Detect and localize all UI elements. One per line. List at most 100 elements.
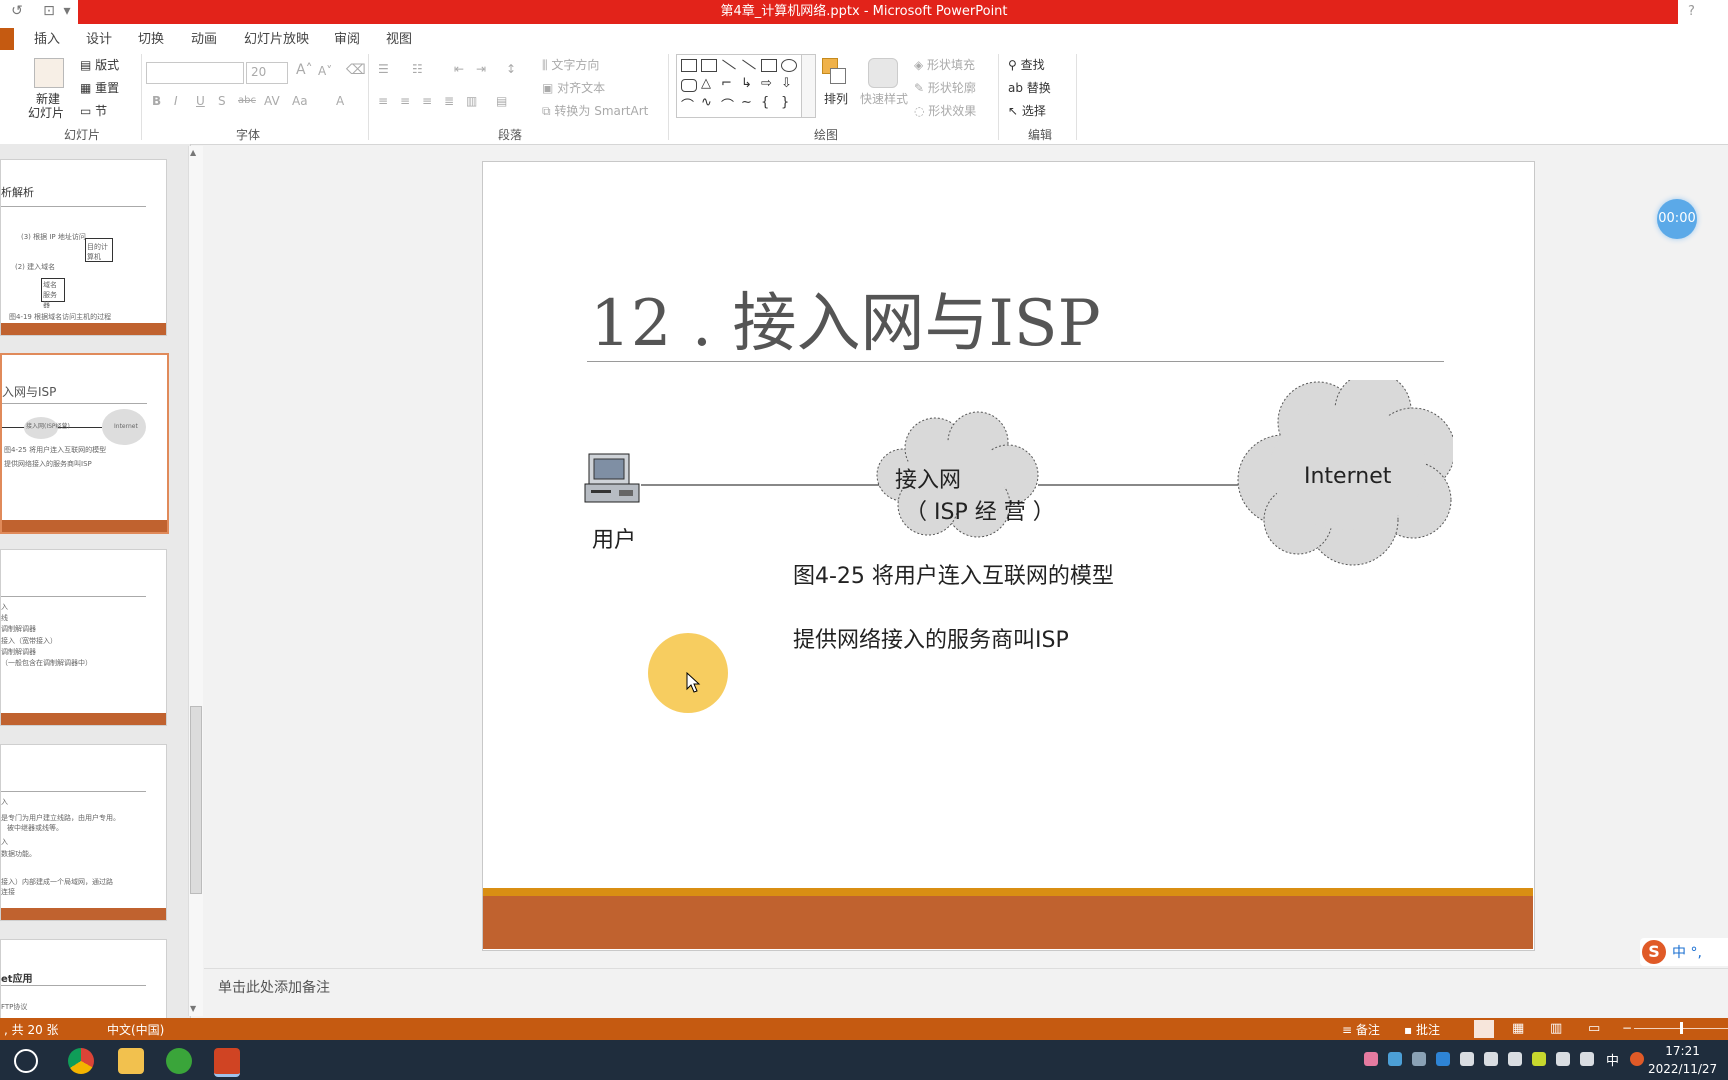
grow-font-icon[interactable]: A˄ (296, 62, 313, 78)
system-clock[interactable]: 17:21 2022/11/27 (1648, 1042, 1717, 1078)
section-button[interactable]: ▭ 节 (80, 102, 107, 119)
new-slide-button-label2[interactable]: 幻灯片 (28, 104, 64, 121)
slide-thumbnail-1[interactable]: 析解析 (3) 根据 IP 地址访问 目的计算机 (2) 建入域名 域名服务器 … (0, 159, 167, 336)
zoom-out-icon[interactable]: − (1622, 1021, 1632, 1035)
textbox-shape-icon[interactable] (681, 59, 697, 72)
tray-app-icon[interactable] (1412, 1052, 1426, 1066)
tab-view[interactable]: 视图 (386, 28, 412, 47)
powerpoint-icon[interactable] (214, 1048, 240, 1077)
zoom-slider-thumb[interactable] (1680, 1022, 1683, 1034)
line-shape-icon[interactable] (722, 59, 736, 70)
connector-shape-icon[interactable]: ⌐ (721, 76, 732, 91)
down-arrow-shape-icon[interactable]: ⇩ (781, 76, 792, 91)
replace-button[interactable]: ab 替换 (1008, 79, 1051, 96)
browser-icon[interactable] (166, 1048, 192, 1074)
find-button[interactable]: ⚲ 查找 (1008, 56, 1045, 73)
align-left-icon[interactable]: ≡ (378, 94, 388, 108)
align-right-icon[interactable]: ≡ (422, 94, 432, 108)
tray-app-icon[interactable] (1532, 1052, 1546, 1066)
notes-toggle[interactable]: ≡ 备注 (1342, 1021, 1380, 1038)
freeform-shape-icon[interactable]: ⌒ (681, 95, 694, 114)
notes-placeholder[interactable]: 单击此处添加备注 (218, 977, 330, 997)
line-spacing-icon[interactable]: ↕ (506, 62, 516, 76)
oval-shape-icon[interactable] (781, 59, 797, 72)
numbering-icon[interactable]: ☷ (412, 62, 423, 76)
volume-icon[interactable] (1580, 1052, 1594, 1066)
align-text-button[interactable]: ▣ 对齐文本 (542, 79, 605, 96)
gallery-scroll[interactable] (801, 55, 815, 117)
tray-app-icon[interactable] (1484, 1052, 1498, 1066)
language-indicator[interactable]: 中文(中国) (107, 1021, 164, 1038)
distribute-icon[interactable]: ▥ (466, 94, 477, 108)
file-explorer-icon[interactable] (118, 1048, 144, 1074)
decrease-indent-icon[interactable]: ⇤ (454, 62, 464, 76)
justify-icon[interactable]: ≣ (444, 94, 454, 108)
customize-chevron-icon[interactable]: ▾ (62, 2, 72, 20)
reset-button[interactable]: ▦ 重置 (80, 79, 119, 96)
tray-app-icon[interactable] (1364, 1052, 1378, 1066)
char-spacing-icon[interactable]: AV (264, 94, 280, 108)
strikethrough-icon[interactable]: abc (238, 95, 256, 106)
elbow-arrow-shape-icon[interactable]: ↳ (741, 76, 752, 91)
select-button[interactable]: ↖ 选择 (1008, 102, 1046, 119)
rounded-rect-shape-icon[interactable] (681, 79, 697, 92)
slide-thumbnail-5[interactable]: et应用 FTP协议 (0, 939, 167, 1019)
present-icon[interactable]: ⊡ (40, 2, 58, 20)
slide-thumbnail-2-selected[interactable]: 入网与ISP 接入网(ISP经营) Internet 图4-25 将用户连入互联… (0, 353, 169, 534)
shapes-gallery[interactable]: △ ⌐ ↳ ⇨ ⇩ ⌒ ∿ ⌒ ∼ { } (676, 54, 816, 118)
triangle-shape-icon[interactable]: △ (701, 76, 711, 91)
convert-smartart-button[interactable]: ⧉ 转换为 SmartArt (542, 102, 648, 119)
tab-animations[interactable]: 动画 (191, 28, 217, 47)
scroll-down-icon[interactable]: ▼ (190, 1004, 196, 1013)
arrow-shape-icon[interactable] (742, 59, 756, 70)
shrink-font-icon[interactable]: A˅ (318, 64, 332, 78)
shadow-icon[interactable]: S (218, 94, 226, 108)
slide-title[interactable]: 12 . 接入网与ISP (590, 272, 1101, 364)
arc-shape-icon[interactable]: ⌒ (721, 95, 734, 114)
rectangle-shape-icon[interactable] (761, 59, 777, 72)
curve-shape-icon[interactable]: ∿ (701, 95, 712, 110)
shape-outline-button[interactable]: ✎ 形状轮廓 (914, 79, 976, 96)
ime-language-indicator[interactable]: 中 (1606, 1050, 1619, 1069)
font-size-combo[interactable]: 20 (246, 62, 288, 84)
sogou-tray-icon[interactable] (1630, 1052, 1644, 1066)
scrollbar-thumb[interactable] (190, 706, 202, 894)
tray-app-icon[interactable] (1388, 1052, 1402, 1066)
vertical-textbox-shape-icon[interactable] (701, 59, 717, 72)
italic-icon[interactable]: I (174, 94, 178, 108)
quick-styles-button[interactable]: 快速样式 (860, 90, 908, 107)
recording-timer[interactable]: 00:00 (1657, 199, 1697, 239)
columns-icon[interactable]: ▤ (496, 94, 507, 108)
shape-effects-button[interactable]: ◌ 形状效果 (914, 102, 976, 119)
tray-app-icon[interactable] (1436, 1052, 1450, 1066)
text-direction-button[interactable]: ⫼ 文字方向 (542, 56, 599, 73)
tab-design[interactable]: 设计 (86, 28, 112, 47)
network-icon[interactable] (1556, 1052, 1570, 1066)
layout-button[interactable]: ▤ 版式 (80, 56, 119, 73)
tab-review[interactable]: 审阅 (334, 28, 360, 47)
normal-view-icon[interactable] (1474, 1020, 1494, 1038)
align-center-icon[interactable]: ≡ (400, 94, 410, 108)
tab-insert[interactable]: 插入 (34, 28, 60, 47)
shape-fill-button[interactable]: ◈ 形状填充 (914, 56, 975, 73)
tray-app-icon[interactable] (1508, 1052, 1522, 1066)
left-brace-shape-icon[interactable]: { (761, 95, 769, 110)
undo-icon[interactable]: ↺ (8, 2, 26, 20)
slideshow-icon[interactable]: ▭ (1588, 1021, 1600, 1036)
search-icon[interactable] (14, 1049, 38, 1073)
help-button[interactable]: ? (1688, 4, 1695, 19)
right-brace-shape-icon[interactable]: } (781, 95, 789, 110)
bold-icon[interactable]: B (152, 94, 161, 108)
right-arrow-shape-icon[interactable]: ⇨ (761, 76, 772, 91)
change-case-icon[interactable]: Aa (292, 94, 308, 108)
reading-view-icon[interactable]: ▥ (1550, 1021, 1562, 1036)
chrome-icon[interactable] (68, 1048, 94, 1074)
ime-toolbar[interactable]: S 中 °, (1640, 938, 1728, 966)
font-color-icon[interactable]: A (336, 94, 344, 108)
slide-sorter-icon[interactable]: ▦ (1512, 1021, 1524, 1036)
bullets-icon[interactable]: ☰ (378, 62, 389, 76)
slide-thumbnail-4[interactable]: 入 是专门为用户建立线路，由用户专用。 被中继器或线等。 入 数据功能。 接入）… (0, 744, 167, 921)
increase-indent-icon[interactable]: ⇥ (476, 62, 486, 76)
tab-home[interactable] (0, 28, 14, 50)
tab-slideshow[interactable]: 幻灯片放映 (244, 28, 309, 47)
